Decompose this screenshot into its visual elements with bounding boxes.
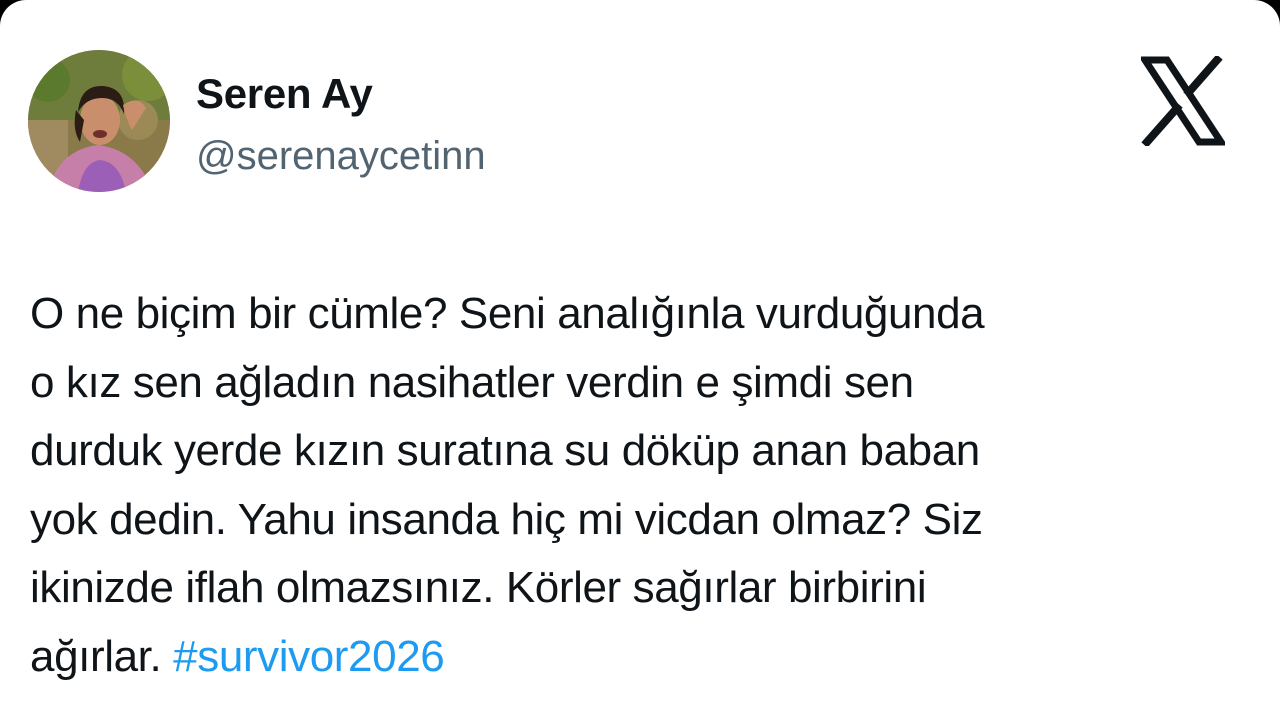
avatar[interactable] — [28, 50, 170, 192]
tweet-card: Seren Ay @serenaycetinn O ne biçim bir c… — [0, 0, 1280, 720]
author-handle[interactable]: @serenaycetinn — [196, 133, 486, 179]
tweet-line: o kız sen ağladın nasihatler verdin e şi… — [30, 357, 914, 407]
hashtag-link[interactable]: #survivor2026 — [173, 632, 445, 681]
x-logo-icon[interactable] — [1138, 54, 1228, 148]
tweet-line-text: ağırlar. — [30, 631, 162, 681]
author-display-name[interactable]: Seren Ay — [196, 70, 373, 118]
tweet-line: O ne biçim bir cümle? Seni analığınla vu… — [30, 289, 985, 338]
tweet-last-line: ağırlar. #survivor2026 — [30, 623, 1250, 692]
tweet-text: O ne biçim bir cümle? Seni analığınla vu… — [30, 280, 1250, 691]
tweet-line: yok dedin. Yahu insanda hiç mi vicdan ol… — [30, 494, 983, 544]
tweet-line: ikinizde iflah olmazsınız. Körler sağırl… — [30, 563, 927, 612]
avatar-image — [28, 50, 170, 192]
tweet-line: durduk yerde kızın suratına su döküp ana… — [30, 426, 980, 475]
